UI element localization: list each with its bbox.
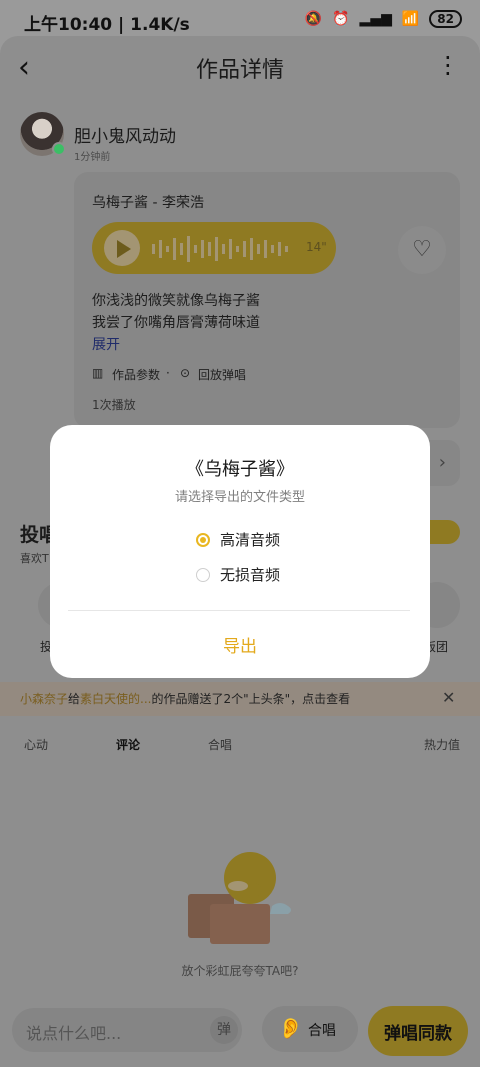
signal-icon: ▂▄▆	[359, 11, 392, 27]
notice-text: 小森奈子给素白天使的...的作品赠送了2个"上头条"，点击查看	[20, 692, 351, 706]
post-time: 1分钟前	[74, 152, 111, 163]
waveform-icon	[152, 236, 288, 262]
dialog-subtitle: 请选择导出的文件类型	[174, 490, 305, 505]
ear-icon: 👂	[278, 1016, 303, 1040]
status-icons: 🔕 ⏰ ▂▄▆ 📶 82	[305, 10, 462, 28]
play-count: 1次播放	[92, 398, 136, 412]
tab-comments[interactable]: 评论	[116, 736, 140, 753]
comment-placeholder: 说点什么吧...	[26, 1024, 122, 1043]
section-subtitle: 喜欢T	[20, 552, 49, 565]
piano-icon: ▥	[92, 366, 104, 380]
export-button[interactable]: 导出	[50, 632, 430, 657]
tab-heart[interactable]: 心动	[24, 736, 48, 753]
alarm-icon: ⏰	[332, 11, 350, 27]
wifi-icon: 📶	[401, 11, 420, 27]
tab-heat[interactable]: 热力值	[424, 736, 460, 753]
page-title: 作品详情	[195, 58, 284, 83]
radio-lossless-audio[interactable]	[196, 568, 210, 582]
battery-icon: 82	[429, 10, 462, 28]
song-title: 乌梅子酱 - 李荣浩	[92, 195, 204, 211]
username[interactable]: 胆小鬼风动动	[74, 122, 176, 147]
audio-duration: 14"	[306, 240, 327, 254]
lyric-line: 我尝了你嘴角唇膏薄荷味道	[92, 315, 260, 331]
lyric-line: 你浅浅的微笑就像乌梅子酱	[92, 293, 260, 309]
expand-link[interactable]: 展开	[92, 334, 120, 354]
option-hd-audio[interactable]: 高清音频	[220, 529, 280, 550]
dot-separator: ·	[166, 366, 170, 380]
status-time: 上午10:40 | 1.4K/s	[24, 15, 190, 35]
danmu-button[interactable]: 弹	[210, 1016, 238, 1044]
online-status-dot	[52, 142, 66, 156]
option-lossless-audio[interactable]: 无损音频	[220, 564, 280, 585]
more-options-icon[interactable]: · · ·	[444, 46, 452, 86]
dialog-divider	[68, 610, 410, 611]
radio-hd-audio[interactable]	[196, 533, 210, 547]
params-link[interactable]: 作品参数	[112, 366, 160, 383]
replay-icon: ⊙	[180, 366, 191, 380]
duet-label: 合唱	[308, 1023, 336, 1039]
close-icon[interactable]: ✕	[442, 688, 455, 707]
mute-icon: 🔕	[304, 11, 323, 27]
duck-mascot-illustration	[188, 852, 291, 944]
replay-link[interactable]: 回放弹唱	[198, 366, 246, 383]
dialog-title: 《乌梅子酱》	[186, 459, 294, 480]
heartbeat-icon[interactable]: ♡	[398, 226, 446, 274]
empty-comments-text: 放个彩虹屁夸夸TA吧?	[181, 964, 299, 978]
play-icon	[117, 240, 131, 258]
tab-duet[interactable]: 合唱	[208, 736, 232, 753]
sing-same-label: 弹唱同款	[384, 1024, 452, 1044]
